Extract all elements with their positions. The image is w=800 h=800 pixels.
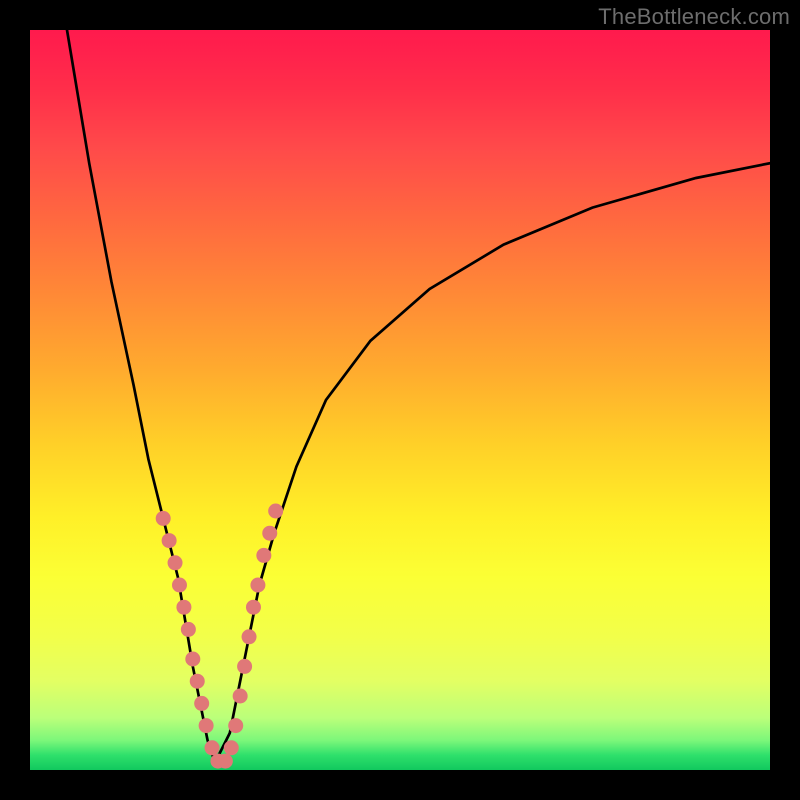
sample-dot <box>162 533 177 548</box>
sample-dot <box>172 578 187 593</box>
sample-dot <box>224 740 239 755</box>
curve-svg <box>30 30 770 770</box>
right-branch-path <box>215 163 770 762</box>
curve-group <box>67 30 770 763</box>
outer-frame: TheBottleneck.com <box>0 0 800 800</box>
sample-dot <box>242 629 257 644</box>
sample-dot <box>181 622 196 637</box>
sample-dot <box>168 555 183 570</box>
sample-dot <box>233 689 248 704</box>
sample-dot <box>205 740 220 755</box>
watermark-text: TheBottleneck.com <box>598 4 790 30</box>
sample-dot <box>228 718 243 733</box>
sample-dot <box>190 674 205 689</box>
dots-group <box>156 504 283 769</box>
sample-dot <box>268 504 283 519</box>
sample-dot <box>237 659 252 674</box>
sample-dot <box>250 578 265 593</box>
sample-dot <box>194 696 209 711</box>
sample-dot <box>156 511 171 526</box>
sample-dot <box>246 600 261 615</box>
sample-dot <box>185 652 200 667</box>
plot-area <box>30 30 770 770</box>
sample-dot <box>256 548 271 563</box>
sample-dot <box>218 754 233 769</box>
sample-dot <box>199 718 214 733</box>
sample-dot <box>176 600 191 615</box>
sample-dot <box>262 526 277 541</box>
